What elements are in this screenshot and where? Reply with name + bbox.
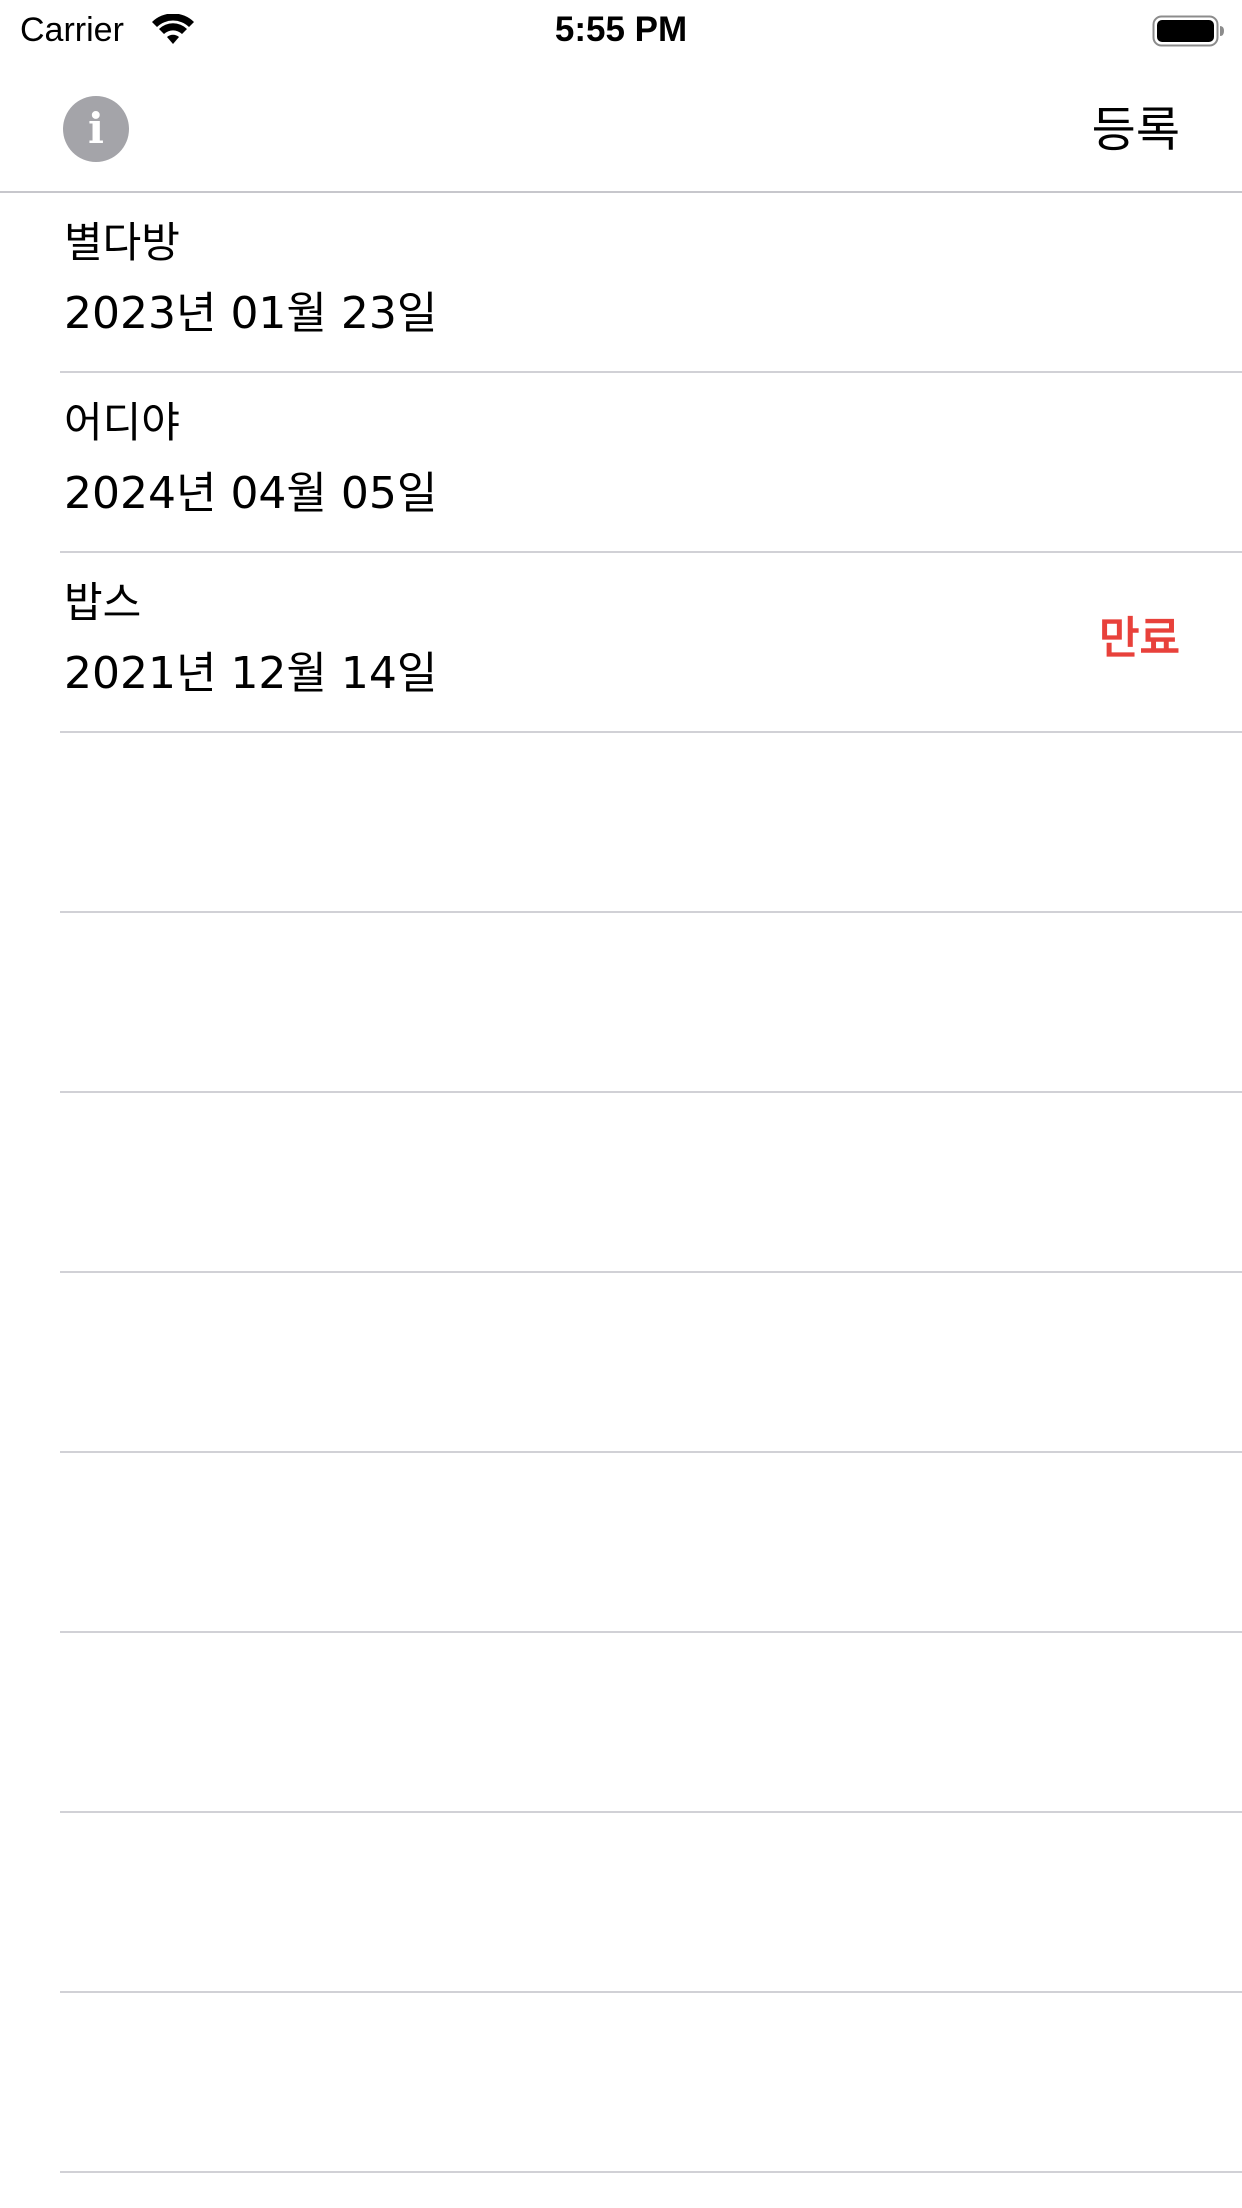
empty-row bbox=[60, 1273, 1242, 1453]
register-button[interactable]: 등록 bbox=[1092, 100, 1180, 160]
info-icon[interactable]: i bbox=[63, 96, 129, 162]
item-date: 2024년 04월 05일 bbox=[64, 468, 438, 519]
item-title: 별다방 bbox=[64, 218, 180, 267]
expired-badge: 만료 bbox=[1099, 613, 1180, 664]
status-time: 5:55 PM bbox=[554, 10, 688, 49]
empty-row bbox=[60, 1813, 1242, 1993]
coupon-list: 별다방 2023년 01월 23일 어디야 2024년 04월 05일 밥스 2… bbox=[0, 193, 1242, 2173]
item-date: 2021년 12월 14일 bbox=[64, 648, 438, 699]
battery-icon bbox=[1152, 15, 1224, 47]
empty-row bbox=[60, 1093, 1242, 1273]
list-item[interactable]: 어디야 2024년 04월 05일 bbox=[60, 373, 1242, 553]
list-item[interactable]: 밥스 2021년 12월 14일 만료 bbox=[60, 553, 1242, 733]
empty-row bbox=[60, 1993, 1242, 2173]
item-title: 어디야 bbox=[64, 398, 180, 447]
navigation-bar: i 등록 bbox=[0, 60, 1242, 193]
list-item[interactable]: 별다방 2023년 01월 23일 bbox=[60, 193, 1242, 373]
status-bar: Carrier 5:55 PM bbox=[0, 0, 1242, 60]
empty-row bbox=[60, 733, 1242, 913]
empty-row bbox=[60, 913, 1242, 1093]
empty-row bbox=[60, 1633, 1242, 1813]
item-title: 밥스 bbox=[64, 578, 142, 627]
empty-row bbox=[60, 1453, 1242, 1633]
item-date: 2023년 01월 23일 bbox=[64, 288, 438, 339]
